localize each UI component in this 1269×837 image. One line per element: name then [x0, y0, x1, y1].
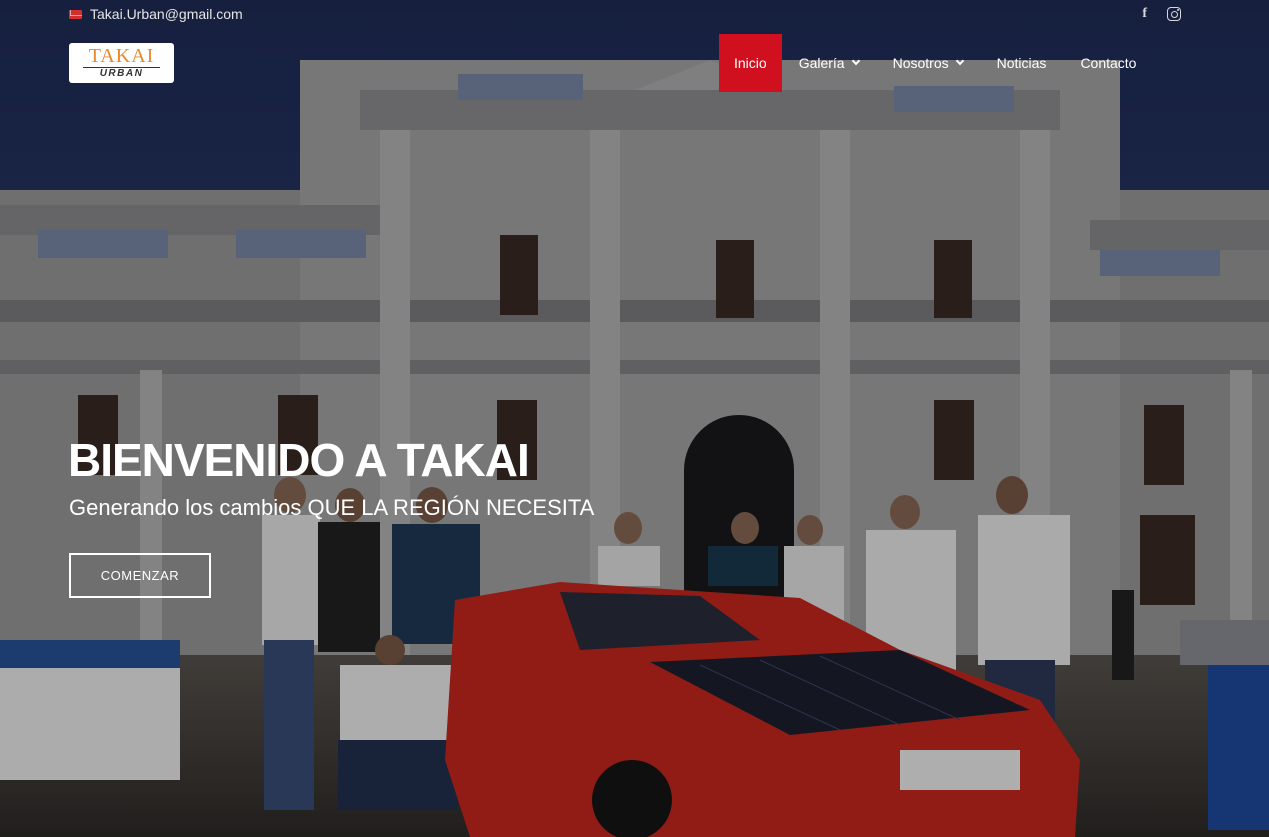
hero-title: BIENVENIDO A TAKAI [68, 434, 530, 486]
social-links: f [1142, 6, 1181, 22]
top-bar: Takai.Urban@gmail.com f [0, 0, 1269, 30]
nav-item-galeria[interactable]: Galería [782, 34, 876, 92]
nav-label: Nosotros [892, 55, 949, 71]
comenzar-button[interactable]: COMENZAR [69, 553, 211, 598]
contact-email[interactable]: Takai.Urban@gmail.com [69, 6, 243, 22]
nav-label: Inicio [734, 55, 767, 71]
chevron-down-icon [851, 56, 860, 66]
main-nav: Inicio Galería Nosotros Noticias Contact… [719, 34, 1153, 92]
nav-item-noticias[interactable]: Noticias [980, 34, 1064, 92]
nav-label: Noticias [996, 55, 1047, 71]
logo-divider [83, 67, 160, 68]
site-logo[interactable]: TAKAI URBAN [69, 43, 174, 83]
chevron-down-icon [955, 56, 964, 66]
logo-tagline: URBAN [99, 68, 144, 79]
dark-overlay [0, 0, 1269, 837]
nav-item-inicio[interactable]: Inicio [719, 34, 782, 92]
logo-wordmark: TAKAI [88, 45, 155, 67]
facebook-icon[interactable]: f [1142, 6, 1147, 22]
nav-item-nosotros[interactable]: Nosotros [876, 34, 980, 92]
instagram-icon[interactable] [1167, 7, 1181, 21]
nav-item-contacto[interactable]: Contacto [1063, 34, 1153, 92]
nav-label: Galería [798, 55, 845, 71]
nav-label: Contacto [1080, 55, 1137, 71]
hero-subtitle: Generando los cambios QUE LA REGIÓN NECE… [69, 495, 595, 520]
envelope-icon [69, 9, 82, 19]
email-text[interactable]: Takai.Urban@gmail.com [90, 6, 243, 22]
hero-background [0, 0, 1269, 837]
